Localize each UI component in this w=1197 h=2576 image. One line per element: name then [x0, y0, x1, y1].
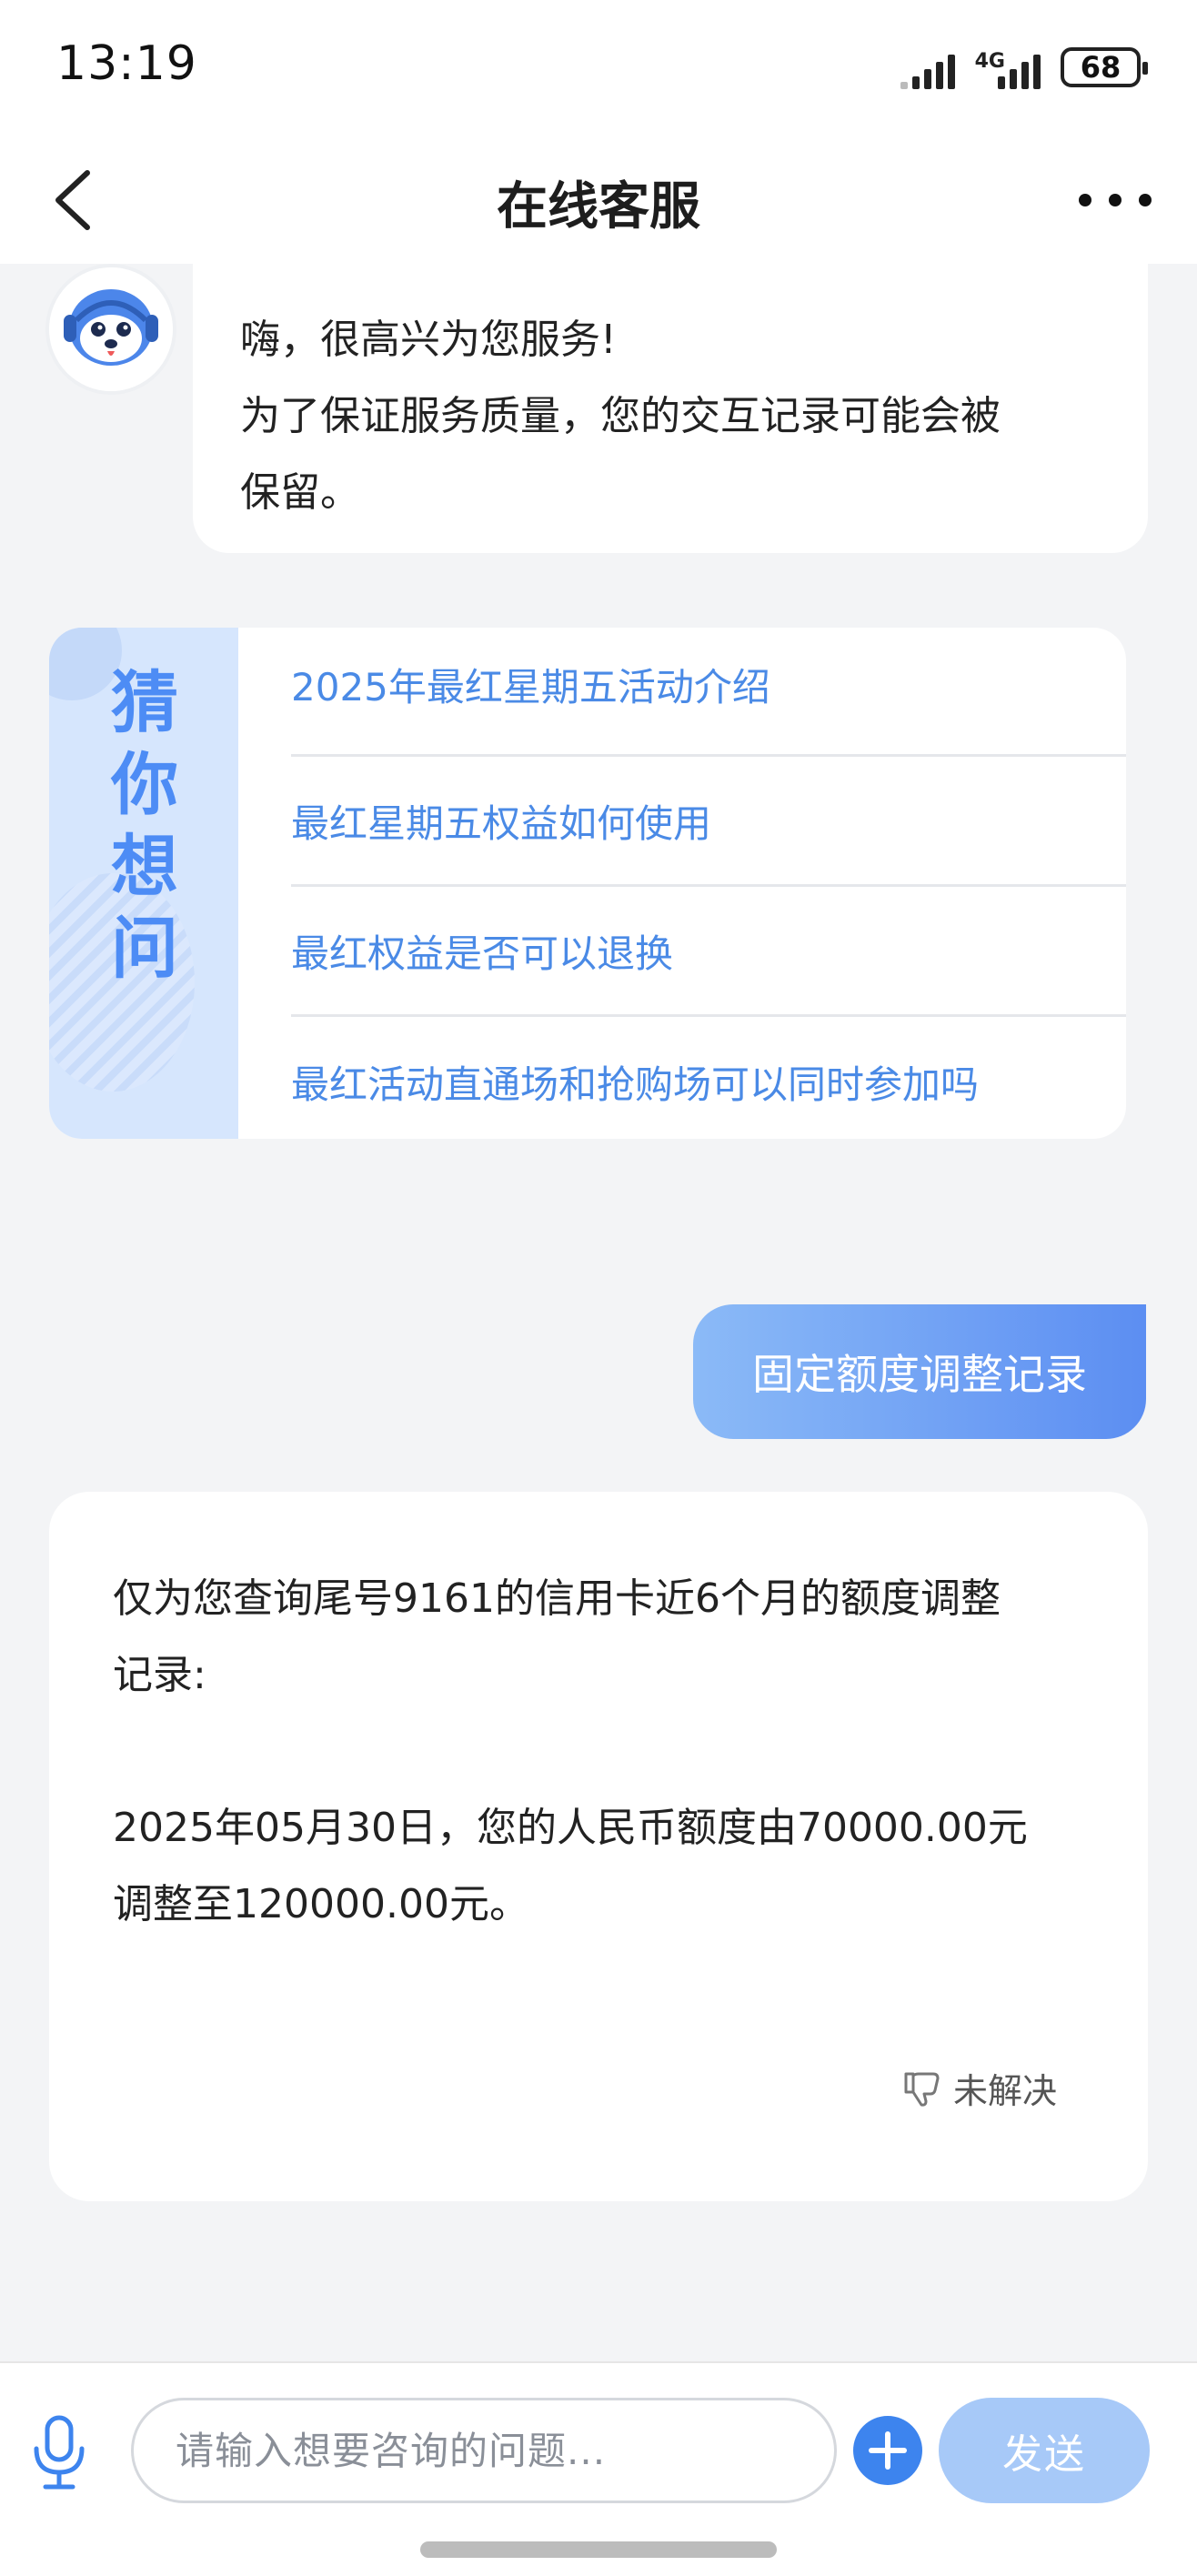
more-dot [1139, 194, 1152, 206]
voice-input-button[interactable] [27, 2412, 91, 2494]
robot-avatar-icon [49, 267, 173, 391]
suggested-question[interactable]: 2025年最红星期五活动介绍 [291, 628, 1126, 757]
agent-avatar [49, 267, 173, 391]
unresolved-label: 未解决 [952, 2071, 1057, 2111]
status-bar: 13:19 4G 68 [0, 0, 1197, 136]
reply-bubble: 仅为您查询尾号9161的信用卡近6个月的额度调整 记录: 2025年05月30日… [49, 1492, 1148, 2201]
page-title: 在线客服 [497, 177, 700, 236]
thumbs-down-icon [904, 2072, 940, 2107]
suggested-question[interactable]: 最红权益是否可以退换 [291, 887, 1126, 1017]
network-label: 4G [974, 50, 1005, 73]
unresolved-button[interactable]: 未解决 [902, 2063, 1057, 2113]
plus-icon [869, 2431, 907, 2470]
send-button[interactable]: 发送 [939, 2398, 1150, 2503]
suggested-question[interactable]: 最红星期五权益如何使用 [291, 757, 1126, 887]
status-time: 13:19 [56, 36, 197, 91]
battery-level: 68 [1080, 50, 1122, 85]
reply-line: 仅为您查询尾号9161的信用卡近6个月的额度调整 [113, 1575, 1001, 1622]
reply-spacer [113, 1714, 1084, 1790]
reply-line: 记录: [113, 1652, 206, 1698]
greeting-line: 为了保证服务质量，您的交互记录可能会被 [240, 393, 1001, 439]
greeting-line: 嗨，很高兴为您服务! [240, 317, 617, 363]
status-icons: 4G 68 [900, 45, 1148, 89]
suggested-questions-banner: 猜你想问 [49, 628, 238, 1139]
battery-icon: 68 [1061, 47, 1148, 87]
message-input[interactable] [131, 2398, 837, 2503]
more-dot [1079, 194, 1091, 206]
signal-icon [900, 45, 955, 89]
suggested-questions-list: 2025年最红星期五活动介绍 最红星期五权益如何使用 最红权益是否可以退换 最红… [291, 628, 1126, 1139]
user-message-bubble: 固定额度调整记录 [693, 1304, 1146, 1439]
microphone-icon [34, 2415, 85, 2490]
reply-line: 调整至120000.00元。 [113, 1881, 529, 1927]
reply-line: 2025年05月30日，您的人民币额度由70000.00元 [113, 1805, 1028, 1851]
more-button[interactable] [1079, 182, 1152, 218]
greeting-bubble: 嗨，很高兴为您服务! 为了保证服务质量，您的交互记录可能会被 保留。 [193, 264, 1148, 553]
home-indicator[interactable] [420, 2541, 777, 2558]
suggested-question[interactable]: 最红活动直通场和抢购场可以同时参加吗 [291, 1017, 1126, 1139]
suggested-questions-title: 猜你想问 [111, 664, 178, 988]
nav-bar: 在线客服 [0, 136, 1197, 264]
add-attachment-button[interactable] [853, 2416, 922, 2485]
more-dot [1109, 194, 1122, 206]
greeting-line: 保留。 [240, 469, 360, 516]
suggested-questions-card: 猜你想问 2025年最红星期五活动介绍 最红星期五权益如何使用 最红权益是否可以… [49, 628, 1126, 1139]
